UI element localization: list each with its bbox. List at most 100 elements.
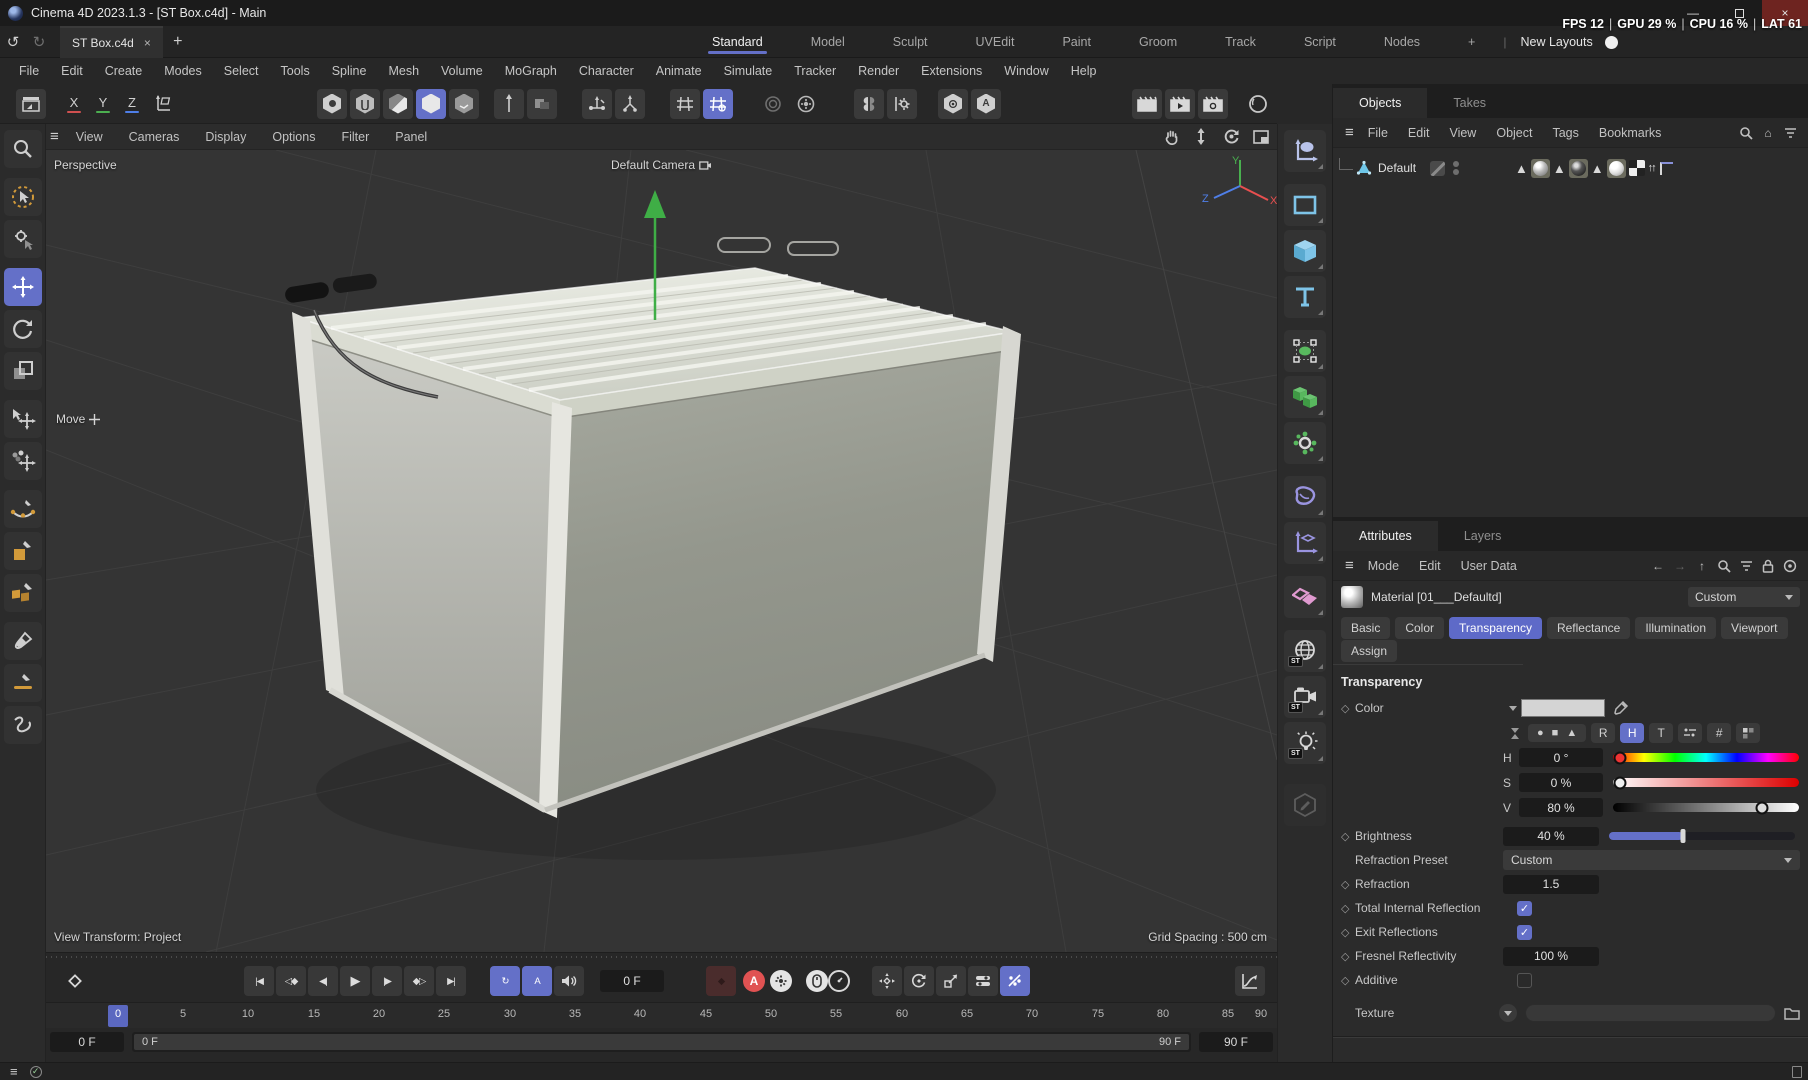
menu-mesh[interactable]: Mesh <box>377 60 430 82</box>
key-position-icon[interactable] <box>872 966 902 996</box>
tab-color[interactable]: Color <box>1395 617 1445 639</box>
keyframe-diamond-button[interactable] <box>60 966 90 996</box>
grid-icon[interactable] <box>670 88 700 119</box>
menu-character[interactable]: Character <box>568 60 645 82</box>
record-button[interactable]: ◆ <box>706 966 736 996</box>
range-start-field[interactable]: 0 F <box>50 1032 124 1052</box>
axis-lock-y-button[interactable]: Y <box>90 91 116 117</box>
commander-search-icon[interactable] <box>3 130 42 168</box>
tab-transparency[interactable]: Transparency <box>1449 617 1542 639</box>
color-wheel-icon[interactable]: ● <box>1537 727 1544 739</box>
tab-takes[interactable]: Takes <box>1427 88 1513 118</box>
hue-slider[interactable] <box>1613 751 1799 764</box>
deformer-axis-icon[interactable] <box>1284 522 1326 564</box>
additive-checkbox[interactable] <box>1517 972 1532 988</box>
objects-filter-icon[interactable] <box>1780 127 1800 139</box>
snap-grid-icon[interactable] <box>703 88 733 119</box>
expand-diamond-icon[interactable]: ◇ <box>1341 878 1355 891</box>
next-key-button[interactable]: ◆▷ <box>404 966 434 996</box>
brightness-value[interactable]: 40 % <box>1503 826 1599 846</box>
rgb-mode-button[interactable]: R <box>1591 723 1616 743</box>
rectangle-spline-tool[interactable] <box>3 532 42 570</box>
timeline-grip[interactable] <box>46 952 1277 960</box>
model-mode-icon[interactable] <box>416 88 446 119</box>
eyedropper-icon[interactable] <box>1613 700 1629 716</box>
objects-menu-view[interactable]: View <box>1439 123 1486 143</box>
modify-axis-icon[interactable] <box>148 89 178 119</box>
range-end-field[interactable]: 90 F <box>1199 1032 1273 1052</box>
coordinate-system-icon[interactable] <box>582 88 612 119</box>
hsv-mode-button[interactable]: H <box>1620 723 1645 743</box>
attributes-menu-mode[interactable]: Mode <box>1358 556 1409 576</box>
play-button[interactable]: ▶ <box>340 966 370 996</box>
attributes-filter-icon[interactable] <box>1736 560 1756 572</box>
polygons-mode-icon[interactable] <box>383 88 413 119</box>
redo-button[interactable]: ↻ <box>26 30 52 54</box>
material-preset-dropdown[interactable]: Custom <box>1688 587 1800 607</box>
sculpt-object-icon[interactable] <box>1284 476 1326 518</box>
layout-window-icon[interactable] <box>16 88 46 119</box>
objects-menu-tags[interactable]: Tags <box>1542 123 1588 143</box>
objects-hamburger-icon[interactable]: ≡ <box>1341 124 1358 141</box>
st-globe-icon[interactable]: ST <box>1284 630 1326 672</box>
menu-tools[interactable]: Tools <box>270 60 321 82</box>
history-back-icon[interactable]: ← <box>1648 559 1668 573</box>
volume-builder-icon[interactable] <box>1284 376 1326 418</box>
menu-render[interactable]: Render <box>847 60 910 82</box>
selection-tag-icon[interactable]: ▲ <box>1515 161 1528 176</box>
phong-tag-icon[interactable] <box>1658 160 1674 176</box>
attributes-hamburger-icon[interactable]: ≡ <box>1341 557 1358 574</box>
expand-diamond-icon[interactable]: ◇ <box>1341 974 1355 987</box>
annotation-hexagon-icon[interactable]: A <box>971 88 1001 119</box>
tweak-tool[interactable] <box>3 220 42 258</box>
spline-pen-tool[interactable] <box>3 490 42 528</box>
material-tag-silver[interactable] <box>1530 158 1550 178</box>
new-layouts-button[interactable]: New Layouts <box>1512 35 1600 49</box>
menu-edit[interactable]: Edit <box>50 60 94 82</box>
viewport-menu-display[interactable]: Display <box>192 126 259 148</box>
hierarchy-mode-icon[interactable] <box>615 88 645 119</box>
goto-start-button[interactable]: |◀ <box>244 966 274 996</box>
parent-up-icon[interactable]: ↑ <box>1692 559 1712 573</box>
selection-tag-icon[interactable]: ▲ <box>1591 161 1604 176</box>
st-light-icon[interactable]: ST <box>1284 722 1326 764</box>
exit-reflections-checkbox[interactable]: ✓ <box>1517 924 1532 940</box>
tool-settings-gear-icon[interactable] <box>887 88 917 119</box>
add-document-tab-button[interactable]: + <box>163 26 193 58</box>
menu-tracker[interactable]: Tracker <box>783 60 847 82</box>
points-mode-icon[interactable] <box>317 88 347 119</box>
timeline-ruler[interactable]: 0 5 10 15 20 25 30 35 40 45 50 55 60 65 … <box>46 1002 1277 1028</box>
object-row-default[interactable]: Default ▲ ▲ ▲ ↑↑ <box>1333 156 1808 180</box>
objects-search-icon[interactable] <box>1736 126 1756 140</box>
loop-mode-button[interactable]: ↻ <box>490 966 520 996</box>
key-parameter-icon[interactable] <box>968 966 998 996</box>
browse-folder-icon[interactable] <box>1784 1006 1800 1020</box>
menu-volume[interactable]: Volume <box>430 60 494 82</box>
move-tool[interactable] <box>3 268 42 306</box>
menu-select[interactable]: Select <box>213 60 270 82</box>
tab-illumination[interactable]: Illumination <box>1635 617 1717 639</box>
lock-icon[interactable] <box>1758 559 1778 573</box>
visibility-hexagon-icon[interactable] <box>938 88 968 119</box>
current-frame-field[interactable]: 0 F <box>600 970 664 992</box>
objects-menu-file[interactable]: File <box>1358 123 1398 143</box>
expand-diamond-icon[interactable]: ◇ <box>1341 702 1355 715</box>
objects-menu-edit[interactable]: Edit <box>1398 123 1440 143</box>
color-square-icon[interactable]: ■ <box>1552 727 1559 739</box>
previous-key-button[interactable]: ◁◆ <box>276 966 306 996</box>
menu-modes[interactable]: Modes <box>153 60 213 82</box>
tab-reflectance[interactable]: Reflectance <box>1546 617 1631 639</box>
render-view-icon[interactable] <box>1132 88 1162 119</box>
hex-mode-button[interactable]: # <box>1707 723 1732 743</box>
key-pla-icon[interactable] <box>1000 966 1030 996</box>
layout-tab-paint[interactable]: Paint <box>1040 29 1113 55</box>
menu-file[interactable]: File <box>8 60 50 82</box>
material-tag-dark[interactable] <box>1568 158 1588 178</box>
tir-checkbox[interactable]: ✓ <box>1517 900 1532 916</box>
layout-tab-groom[interactable]: Groom <box>1117 29 1199 55</box>
saturation-slider[interactable] <box>1613 776 1799 789</box>
material-tag-light[interactable] <box>1606 158 1626 178</box>
texture-mode-icon[interactable] <box>449 88 479 119</box>
null-object-icon[interactable] <box>1284 130 1326 172</box>
expand-diamond-icon[interactable]: ◇ <box>1341 926 1355 939</box>
